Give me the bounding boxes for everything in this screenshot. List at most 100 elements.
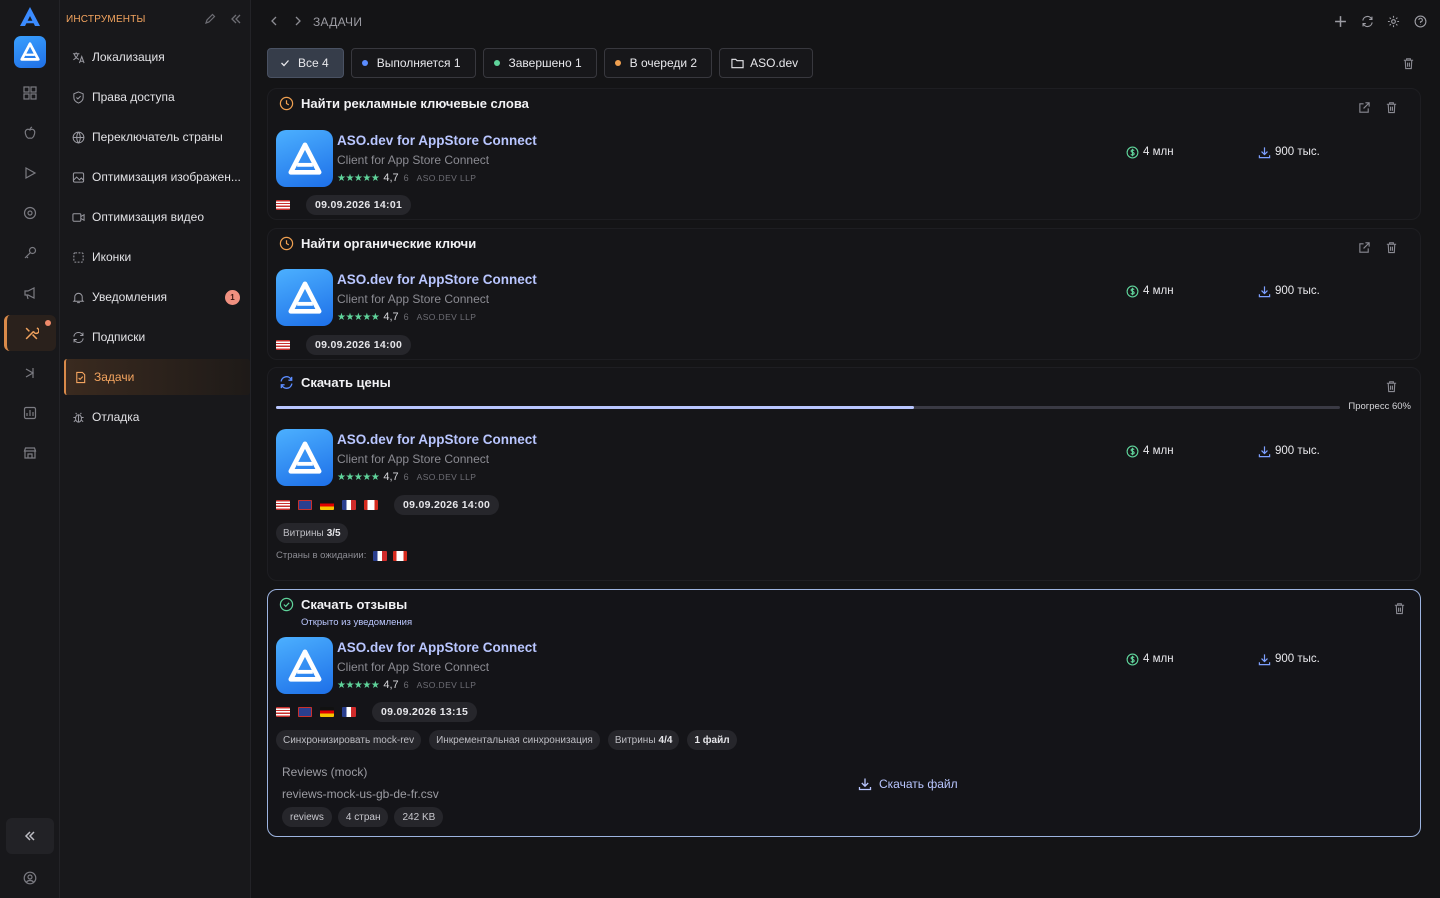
sidebar-item-label: Оптимизация изображен... bbox=[92, 170, 241, 184]
store-icon[interactable] bbox=[14, 437, 46, 469]
settings-gear-icon[interactable] bbox=[1384, 12, 1402, 30]
xcode-icon[interactable] bbox=[14, 357, 46, 389]
back-arrow-icon[interactable] bbox=[265, 12, 283, 30]
play-icon[interactable] bbox=[14, 157, 46, 189]
delete-trash-icon[interactable] bbox=[1391, 600, 1407, 616]
globe-icon bbox=[70, 129, 86, 145]
delete-trash-icon[interactable] bbox=[1383, 378, 1399, 394]
folder-icon bbox=[730, 56, 744, 70]
sidebar-item-subscriptions[interactable]: Подписки bbox=[64, 319, 250, 355]
sync-mode-pill: Синхронизировать mock-rev bbox=[276, 730, 422, 750]
app-icon bbox=[276, 130, 333, 187]
task-title: Найти рекламные ключевые слова bbox=[301, 95, 529, 111]
filter-project-chip[interactable]: ASO.dev bbox=[719, 48, 814, 78]
key-icon[interactable] bbox=[14, 237, 46, 269]
collapse-rail-button[interactable] bbox=[6, 818, 54, 854]
task-card-highlighted[interactable]: Скачать отзывы Открыто из уведомления AS… bbox=[267, 589, 1421, 837]
developer-name: ASO.DEV LLP bbox=[416, 680, 477, 690]
filter-all-chip[interactable]: Все 4 bbox=[267, 48, 344, 78]
task-card[interactable]: Найти рекламные ключевые слова ASO.dev f… bbox=[267, 88, 1421, 220]
user-account-icon[interactable] bbox=[14, 862, 46, 894]
forward-arrow-icon[interactable] bbox=[289, 12, 307, 30]
megaphone-icon[interactable] bbox=[14, 277, 46, 309]
sidebar-item-label: Иконки bbox=[92, 250, 132, 264]
delete-trash-icon[interactable] bbox=[1383, 239, 1399, 255]
app-avatar-icon[interactable] bbox=[14, 36, 46, 68]
flag-us-icon bbox=[276, 707, 290, 717]
rating-stars: ★★★★★ bbox=[337, 679, 380, 691]
filter-running-chip[interactable]: Выполняется 1 bbox=[350, 48, 476, 78]
delete-trash-icon[interactable] bbox=[1383, 99, 1399, 115]
clock-icon bbox=[278, 95, 294, 111]
task-title: Найти органические ключи bbox=[301, 235, 477, 251]
sidebar-item-notifications[interactable]: Уведомления 1 bbox=[64, 279, 250, 315]
app-description: Client for App Store Connect bbox=[337, 452, 490, 466]
chart-icon[interactable] bbox=[14, 397, 46, 429]
task-title-row: Найти рекламные ключевые слова bbox=[278, 95, 529, 111]
open-external-icon[interactable] bbox=[1356, 239, 1372, 255]
collapse-sidebar-icon[interactable] bbox=[228, 11, 244, 27]
waiting-label: Страны в ожидании: bbox=[276, 550, 367, 561]
clear-all-trash-icon[interactable] bbox=[1400, 55, 1416, 71]
apple-icon[interactable] bbox=[14, 117, 46, 149]
image-icon bbox=[70, 169, 86, 185]
task-title: Скачать цены bbox=[301, 374, 391, 390]
sidebar-item-image-optimization[interactable]: Оптимизация изображен... bbox=[64, 159, 250, 195]
pill-value: 1 файл bbox=[694, 734, 730, 746]
dollar-coin-icon bbox=[1125, 284, 1139, 298]
file-title: Reviews (mock) bbox=[282, 765, 368, 779]
help-icon[interactable] bbox=[1411, 12, 1429, 30]
app-name[interactable]: ASO.dev for AppStore Connect bbox=[337, 432, 537, 447]
task-title-row: Скачать цены bbox=[278, 374, 391, 390]
flag-de-icon bbox=[320, 707, 334, 717]
sidebar-item-localization[interactable]: Локализация bbox=[64, 39, 250, 75]
revenue-stat: 4 млн bbox=[1125, 145, 1174, 159]
target-icon[interactable] bbox=[14, 197, 46, 229]
sidebar-item-tasks[interactable]: Задачи bbox=[64, 359, 250, 395]
filter-completed-chip[interactable]: Завершено 1 bbox=[482, 48, 597, 78]
status-dot bbox=[361, 60, 368, 66]
download-icon bbox=[1257, 652, 1271, 666]
revenue-value: 4 млн bbox=[1143, 146, 1174, 158]
status-filter-bar: Все 4 Выполняется 1 Завершено 1 В очеред… bbox=[267, 48, 814, 78]
app-description: Client for App Store Connect bbox=[337, 292, 490, 306]
refresh-icon[interactable] bbox=[1358, 12, 1376, 30]
flag-us-icon bbox=[276, 340, 290, 350]
check-circle-icon bbox=[278, 596, 294, 612]
app-info-block: ASO.dev for AppStore Connect Client for … bbox=[276, 130, 537, 187]
edit-icon[interactable] bbox=[202, 11, 218, 27]
file-size-tag: 242 KB bbox=[394, 807, 444, 827]
flag-fr-icon bbox=[342, 707, 356, 717]
app-rating: 4,7 bbox=[383, 679, 399, 691]
dashboard-icon[interactable] bbox=[14, 77, 46, 109]
sidebar-item-debug[interactable]: Отладка bbox=[64, 399, 250, 435]
sidebar-item-country-switcher[interactable]: Переключатель страны bbox=[64, 119, 250, 155]
app-icon bbox=[276, 429, 333, 486]
dollar-coin-icon bbox=[1125, 444, 1139, 458]
main-content: ЗАДАЧИ Все 4 Выполняется 1 Завершено 1 В… bbox=[251, 0, 1440, 898]
task-date: 09.09.2026 13:15 bbox=[372, 702, 478, 722]
revenue-value: 4 млн bbox=[1143, 653, 1174, 665]
pill-value: 3/5 bbox=[326, 527, 341, 539]
app-icon bbox=[276, 637, 333, 694]
refresh-icon bbox=[70, 329, 86, 345]
sidebar-item-label: Подписки bbox=[92, 330, 146, 344]
revenue-value: 4 млн bbox=[1143, 445, 1174, 457]
sidebar-item-icons[interactable]: Иконки bbox=[64, 239, 250, 275]
file-name: reviews-mock-us-gb-de-fr.csv bbox=[282, 787, 439, 801]
task-date: 09.09.2026 14:00 bbox=[306, 335, 412, 355]
app-name[interactable]: ASO.dev for AppStore Connect bbox=[337, 640, 537, 655]
sidebar-item-video-optimization[interactable]: Оптимизация видео bbox=[64, 199, 250, 235]
task-card[interactable]: Найти органические ключи ASO.dev for App… bbox=[267, 228, 1421, 360]
sidebar-item-permissions[interactable]: Права доступа bbox=[64, 79, 250, 115]
app-icon bbox=[276, 269, 333, 326]
filter-queued-chip[interactable]: В очереди 2 bbox=[603, 48, 713, 78]
app-name[interactable]: ASO.dev for AppStore Connect bbox=[337, 272, 537, 287]
tools-notification-dot bbox=[45, 320, 51, 326]
open-external-icon[interactable] bbox=[1356, 99, 1372, 115]
task-card[interactable]: Скачать цены Прогресс 60% ASO.dev for Ap… bbox=[267, 367, 1421, 581]
app-name[interactable]: ASO.dev for AppStore Connect bbox=[337, 133, 537, 148]
downloads-stat: 900 тыс. bbox=[1257, 284, 1320, 298]
download-file-button[interactable]: Скачать файл bbox=[857, 776, 958, 792]
add-icon[interactable] bbox=[1331, 12, 1349, 30]
